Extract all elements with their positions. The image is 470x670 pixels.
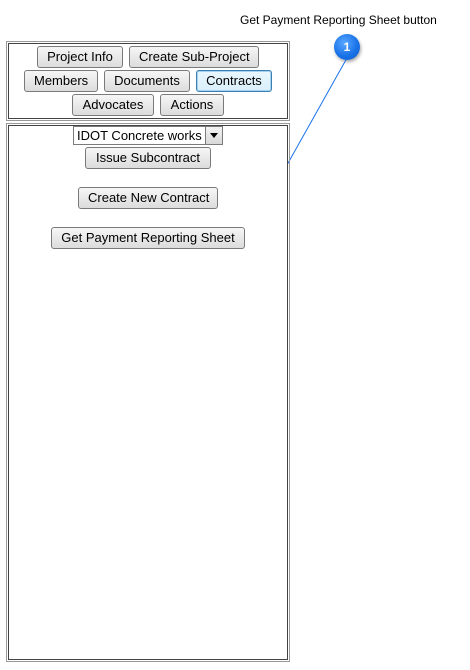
contract-select-value: IDOT Concrete works — [77, 128, 202, 143]
dropdown-arrow-icon[interactable] — [205, 127, 222, 144]
project-info-button[interactable]: Project Info — [37, 46, 123, 68]
annotation-badge: 1 — [334, 34, 360, 60]
annotation-title: Get Payment Reporting Sheet button — [240, 13, 437, 27]
contracts-button[interactable]: Contracts — [196, 70, 272, 92]
actions-button[interactable]: Actions — [160, 94, 224, 116]
advocates-button[interactable]: Advocates — [72, 94, 154, 116]
create-sub-project-button[interactable]: Create Sub-Project — [129, 46, 259, 68]
get-payment-reporting-sheet-button[interactable]: Get Payment Reporting Sheet — [51, 227, 245, 249]
create-new-contract-button[interactable]: Create New Contract — [78, 187, 218, 209]
issue-subcontract-button[interactable]: Issue Subcontract — [85, 147, 211, 169]
members-button[interactable]: Members — [24, 70, 98, 92]
contract-select[interactable]: IDOT Concrete works — [73, 126, 223, 145]
documents-button[interactable]: Documents — [104, 70, 190, 92]
